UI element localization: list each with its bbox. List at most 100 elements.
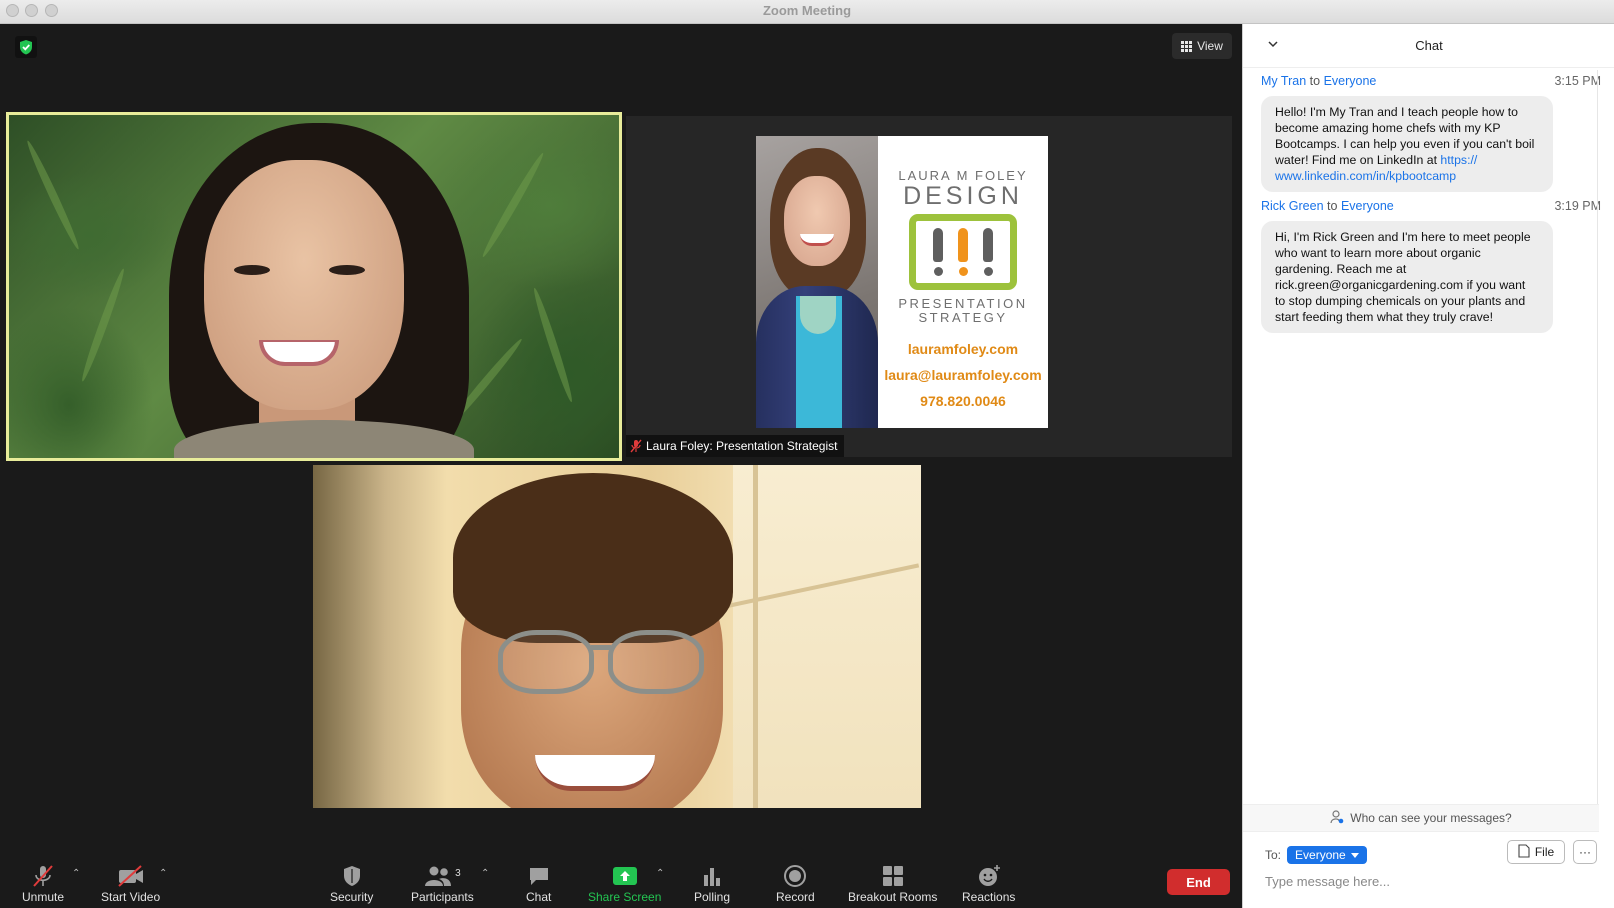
- share-screen-icon: [612, 864, 638, 888]
- video-tile-rick-green[interactable]: [313, 465, 921, 808]
- card-design: DESIGN: [903, 182, 1023, 210]
- message-recipient: Everyone: [1323, 74, 1377, 88]
- meeting-toolbar: Unmute ⌃ Start Video ⌃ Security 3 Partic…: [0, 858, 1242, 908]
- chat-panel: Chat My Tran to Everyone 3:15 PM Hello! …: [1242, 24, 1614, 908]
- participants-options-chevron-icon[interactable]: ⌃: [481, 868, 489, 879]
- start-video-label: Start Video: [101, 890, 161, 904]
- audio-options-chevron-icon[interactable]: ⌃: [72, 868, 80, 879]
- who-can-see-label: Who can see your messages?: [1350, 811, 1512, 825]
- chat-scrollbar[interactable]: [1597, 70, 1598, 830]
- business-card-image: LAURA M FOLEY DESIGN PRESENTATION STRATE…: [756, 136, 1048, 428]
- security-shield-icon: [341, 864, 363, 888]
- headshot-necklace: [800, 296, 836, 334]
- file-button[interactable]: File: [1507, 840, 1565, 864]
- chat-title: Chat: [1415, 38, 1443, 53]
- participant-eye: [329, 265, 365, 275]
- participant-name-tag: Laura Foley: Presentation Strategist: [626, 435, 845, 457]
- message-to-word: to: [1327, 199, 1338, 213]
- polling-button[interactable]: Polling: [694, 864, 730, 908]
- message-recipient: Everyone: [1340, 199, 1394, 213]
- breakout-rooms-button[interactable]: Breakout Rooms: [848, 864, 937, 908]
- title-bar: Zoom Meeting: [0, 0, 1614, 24]
- security-label: Security: [330, 890, 374, 904]
- glasses-lens: [608, 630, 704, 694]
- participant-hair: [453, 473, 733, 643]
- record-label: Record: [776, 890, 815, 904]
- share-screen-button[interactable]: Share Screen: [588, 864, 661, 908]
- file-label: File: [1534, 845, 1555, 859]
- window-frame: [753, 465, 758, 808]
- message-time: 3:15 PM: [1554, 74, 1601, 88]
- view-label: View: [1197, 39, 1223, 53]
- share-screen-label: Share Screen: [588, 890, 662, 904]
- chat-header: Chat: [1243, 24, 1614, 68]
- message-time: 3:19 PM: [1554, 199, 1601, 213]
- chat-label: Chat: [526, 890, 552, 904]
- participant-eye: [234, 265, 270, 275]
- reactions-label: Reactions: [962, 890, 1016, 904]
- reactions-button[interactable]: Reactions: [962, 864, 1015, 908]
- participants-label: Participants: [411, 890, 474, 904]
- participant-face: [204, 160, 404, 410]
- participants-count: 3: [455, 867, 461, 879]
- video-tile-laura-foley[interactable]: LAURA M FOLEY DESIGN PRESENTATION STRATE…: [626, 116, 1232, 457]
- share-options-chevron-icon[interactable]: ⌃: [656, 868, 664, 879]
- recipient-row: To: Everyone: [1265, 846, 1367, 864]
- participants-button[interactable]: 3 Participants: [411, 864, 474, 908]
- who-can-see-messages-link[interactable]: Who can see your messages?: [1243, 804, 1599, 832]
- polling-label: Polling: [694, 890, 731, 904]
- polling-bar-chart-icon: [701, 864, 723, 888]
- message-input[interactable]: [1265, 870, 1595, 892]
- video-options-chevron-icon[interactable]: ⌃: [159, 868, 167, 879]
- unmute-button[interactable]: Unmute: [22, 864, 64, 908]
- recipient-select[interactable]: Everyone: [1287, 846, 1367, 864]
- chat-button[interactable]: Chat: [526, 864, 551, 908]
- to-label: To:: [1265, 848, 1282, 862]
- participant-smile: [535, 755, 655, 791]
- grid-view-icon: [1181, 40, 1193, 52]
- card-tagline-1: PRESENTATION: [898, 296, 1028, 311]
- window-title: Zoom Meeting: [762, 3, 852, 18]
- chat-bubble-icon: [527, 864, 551, 888]
- participant-name-label: Laura Foley: Presentation Strategist: [646, 439, 838, 453]
- meeting-area: View LAURA M FOLEY DESIGN PRESENTATION S…: [0, 24, 1242, 858]
- file-icon: [1518, 843, 1530, 861]
- person-lock-icon: [1330, 809, 1344, 827]
- glasses-bridge: [591, 645, 611, 650]
- message-bubble: Hello! I'm My Tran and I teach people ho…: [1261, 96, 1553, 192]
- record-icon: [783, 864, 807, 888]
- card-name: LAURA M FOLEY: [898, 168, 1028, 183]
- recipient-select-value: Everyone: [1295, 848, 1346, 862]
- view-button[interactable]: View: [1172, 33, 1232, 59]
- card-phone: 978.820.0046: [920, 393, 1006, 409]
- dropdown-arrow-icon: [1350, 848, 1359, 862]
- card-tagline: PRESENTATION STRATEGY: [898, 297, 1027, 325]
- card-email: laura@lauramfoley.com: [884, 367, 1042, 383]
- record-button[interactable]: Record: [776, 864, 815, 908]
- card-headshot: [756, 136, 878, 428]
- message-sender[interactable]: Rick Green: [1261, 199, 1324, 213]
- message-sender[interactable]: My Tran: [1261, 74, 1306, 88]
- muted-mic-icon: [630, 439, 642, 453]
- breakout-rooms-grid-icon: [882, 864, 904, 888]
- zoom-window: Zoom Meeting View LAURA M FOLEY DESIGN P…: [0, 0, 1614, 908]
- video-tile-my-tran[interactable]: [6, 112, 622, 461]
- security-button[interactable]: Security: [330, 864, 373, 908]
- glasses-lens: [498, 630, 594, 694]
- breakout-rooms-label: Breakout Rooms: [848, 890, 938, 904]
- exclamation-logo-icon: [909, 214, 1017, 290]
- chat-message: Rick Green to Everyone 3:19 PM Hi, I'm R…: [1261, 199, 1601, 333]
- card-text: LAURA M FOLEY DESIGN PRESENTATION STRATE…: [878, 136, 1048, 428]
- message-bubble: Hi, I'm Rick Green and I'm here to meet …: [1261, 221, 1553, 333]
- headshot-face: [784, 176, 850, 266]
- more-options-button[interactable]: ···: [1573, 840, 1597, 864]
- encryption-shield-icon[interactable]: [15, 36, 37, 58]
- message-header: Rick Green to Everyone 3:19 PM: [1261, 199, 1601, 217]
- message-to-word: to: [1309, 74, 1321, 88]
- reactions-smiley-icon: [977, 864, 1001, 888]
- end-meeting-button[interactable]: End: [1167, 869, 1230, 895]
- start-video-button[interactable]: Start Video: [101, 864, 160, 908]
- window-background: [733, 465, 921, 808]
- message-text: Hello! I'm My Tran and I teach people ho…: [1275, 105, 1535, 167]
- chat-message: My Tran to Everyone 3:15 PM Hello! I'm M…: [1261, 74, 1601, 192]
